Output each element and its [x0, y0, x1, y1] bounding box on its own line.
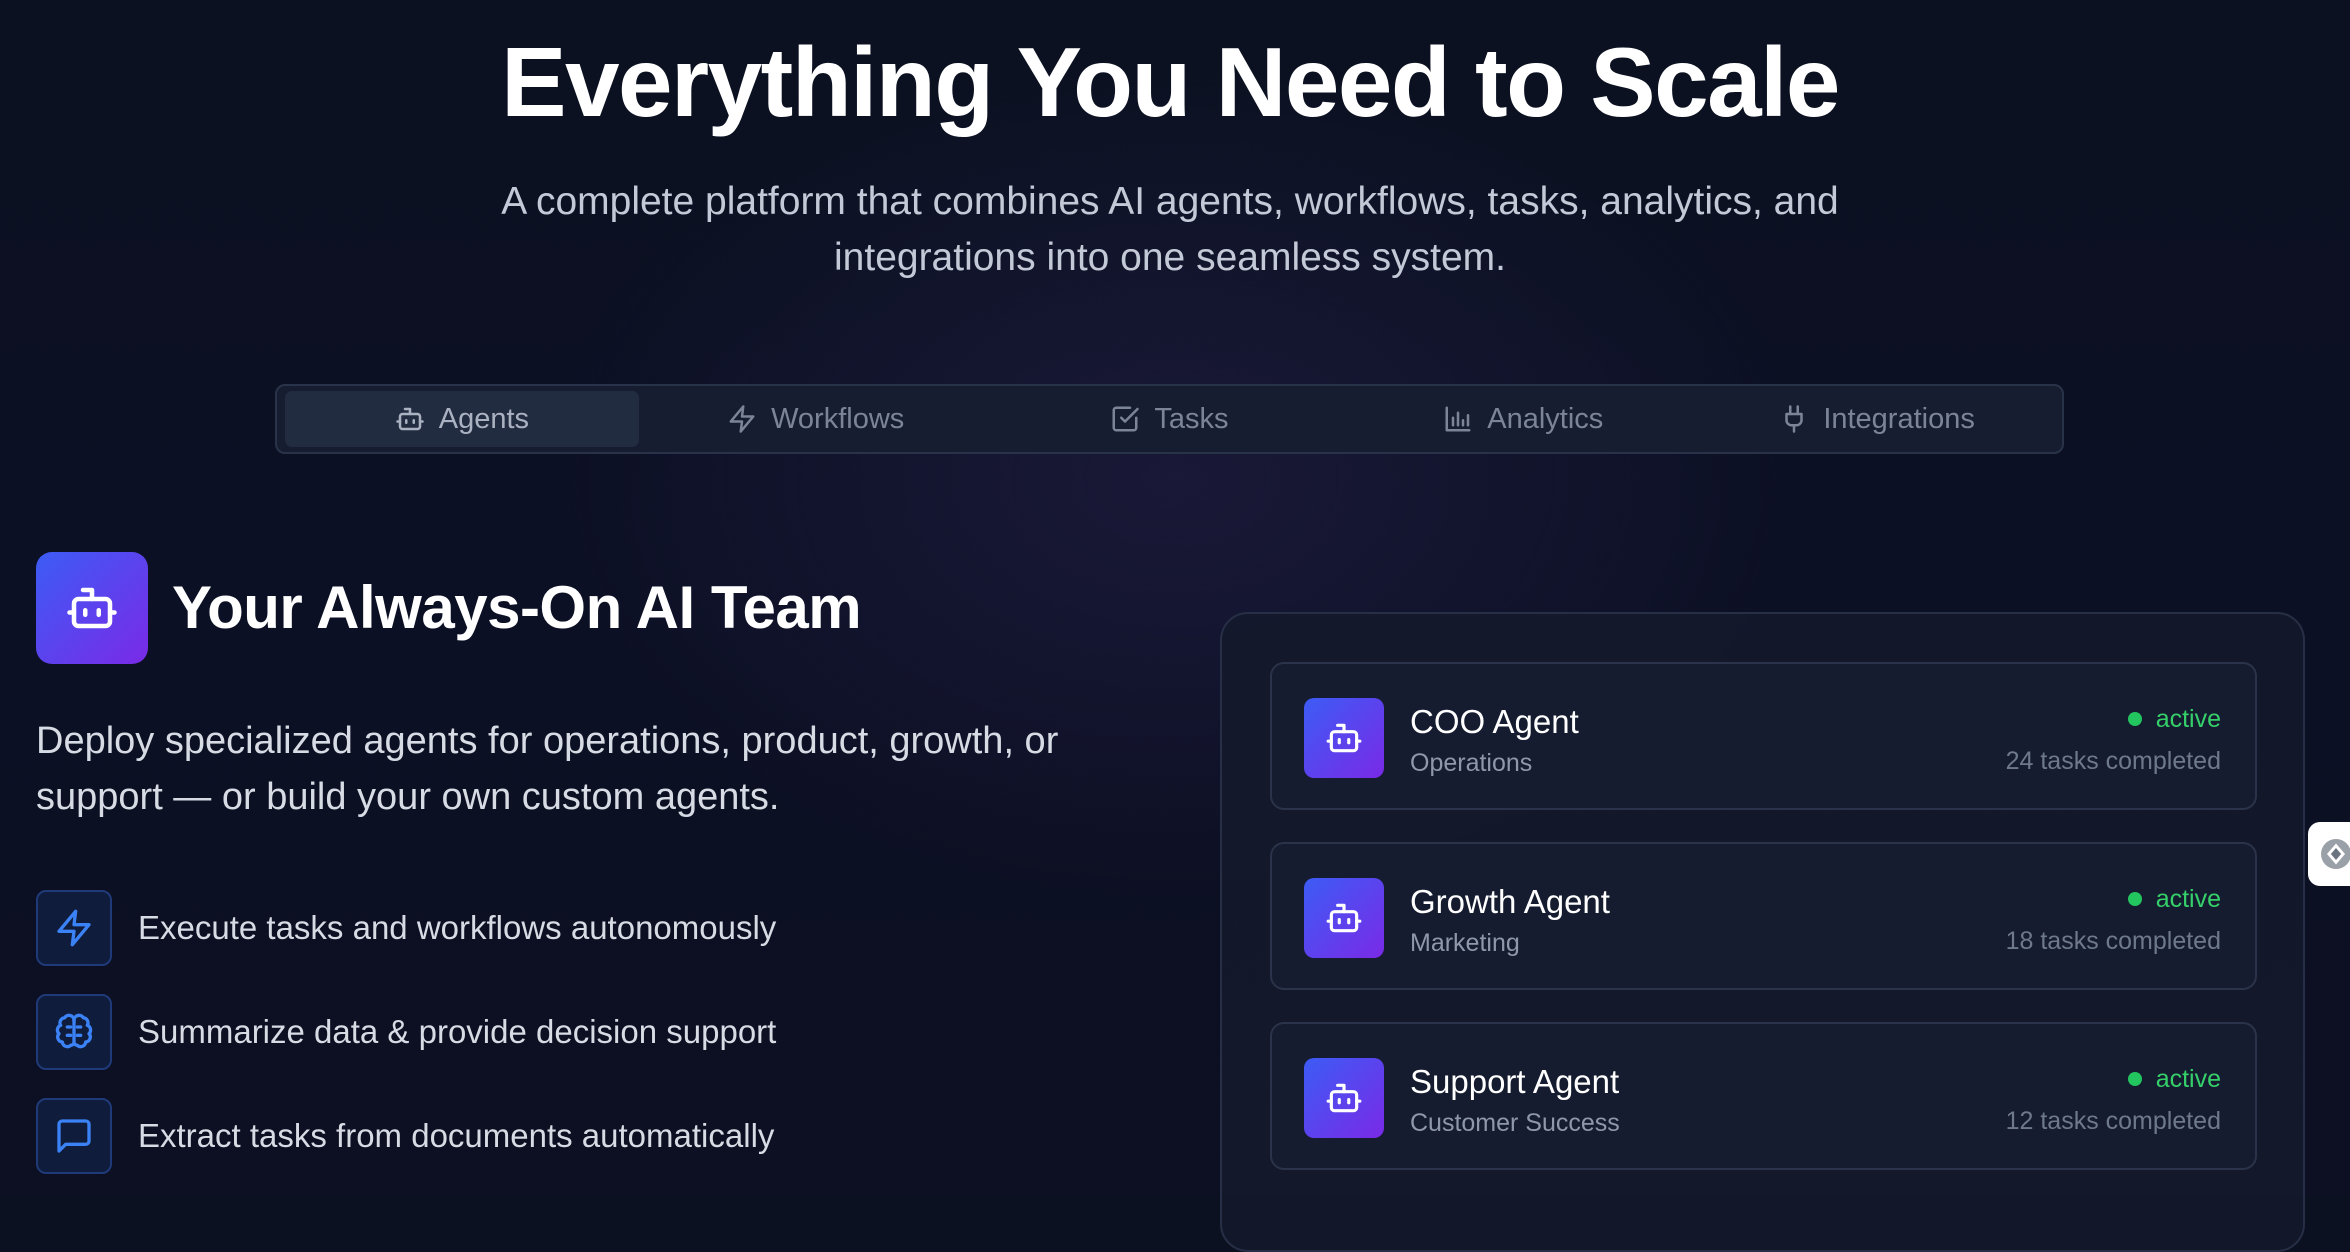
tab-tasks[interactable]: Tasks	[993, 391, 1347, 447]
tab-agents[interactable]: Agents	[285, 391, 639, 447]
status-dot-icon	[2127, 1072, 2142, 1086]
agent-department: Customer Success	[1410, 1109, 1620, 1137]
agent-tasks-completed: 12 tasks completed	[2005, 1107, 2221, 1135]
agent-card-growth[interactable]: Growth Agent Marketing active 18 tasks c…	[1270, 842, 2257, 990]
feature-icon-box	[36, 1098, 112, 1174]
agent-card-support[interactable]: Support Agent Customer Success active 12…	[1270, 1022, 2257, 1170]
agent-name: Support Agent	[1410, 1063, 1620, 1100]
feature-item: Extract tasks from documents automatical…	[36, 1096, 776, 1176]
feature-text: Execute tasks and workflows autonomously	[138, 909, 777, 946]
feature-list: Execute tasks and workflows autonomously…	[36, 888, 776, 1200]
page-subtitle-line-1: A complete platform that combines AI age…	[501, 180, 1839, 223]
message-icon	[57, 1119, 91, 1153]
feature-text: Extract tasks from documents automatical…	[138, 1117, 775, 1154]
bot-icon	[67, 587, 117, 629]
section-description-line-1: Deploy specialized agents for operations…	[36, 720, 1059, 762]
bot-icon	[1326, 1083, 1362, 1113]
agents-panel: COO Agent Operations active 24 tasks com…	[1220, 612, 2305, 1252]
tab-workflows[interactable]: Workflows	[639, 391, 993, 447]
agent-status: active	[2127, 704, 2221, 734]
tab-label: Analytics	[1487, 402, 1604, 435]
section-title: Your Always-On AI Team	[172, 574, 862, 641]
tab-label: Integrations	[1823, 402, 1975, 435]
tab-label: Tasks	[1154, 402, 1229, 435]
agent-name: COO Agent	[1410, 703, 1579, 740]
brain-icon	[55, 1013, 93, 1049]
agent-tasks-completed: 18 tasks completed	[2005, 927, 2221, 955]
status-label: active	[2155, 885, 2221, 913]
floating-widget-button[interactable]	[2308, 822, 2350, 886]
agent-department: Operations	[1410, 749, 1533, 777]
agent-avatar	[1304, 1058, 1384, 1138]
agent-status: active	[2127, 1064, 2221, 1094]
feature-text: Summarize data & provide decision suppor…	[138, 1013, 777, 1050]
section-icon	[36, 552, 148, 664]
page-subtitle-line-2: integrations into one seamless system.	[834, 236, 1506, 279]
plug-icon	[1785, 405, 1804, 433]
page-subtitle: A complete platform that combines AI age…	[470, 174, 1870, 286]
lightning-icon	[729, 405, 755, 433]
section-description-line-2: support — or build your own custom agent…	[36, 776, 780, 818]
feature-item: Execute tasks and workflows autonomously	[36, 888, 776, 968]
lightning-icon	[57, 909, 91, 947]
agent-card-coo[interactable]: COO Agent Operations active 24 tasks com…	[1270, 662, 2257, 810]
agent-avatar	[1304, 698, 1384, 778]
agent-department: Marketing	[1410, 929, 1520, 957]
bot-icon	[396, 407, 424, 431]
feature-icon-box	[36, 890, 112, 966]
agent-tasks-completed: 24 tasks completed	[2005, 747, 2221, 775]
status-dot-icon	[2127, 712, 2142, 726]
tab-integrations[interactable]: Integrations	[1700, 391, 2054, 447]
page-title: Everything You Need to Scale	[501, 27, 1840, 137]
agent-status: active	[2127, 884, 2221, 914]
tab-label: Workflows	[771, 402, 905, 435]
feature-item: Summarize data & provide decision suppor…	[36, 992, 776, 1072]
agent-avatar	[1304, 878, 1384, 958]
diamond-icon	[2321, 839, 2350, 869]
bot-icon	[1326, 903, 1362, 933]
tab-analytics[interactable]: Analytics	[1346, 391, 1700, 447]
feature-tabs: Agents Workflows Tasks Analytics Integra…	[275, 384, 2064, 454]
feature-icon-box	[36, 994, 112, 1070]
bar-chart-icon	[1445, 406, 1471, 432]
status-label: active	[2155, 1065, 2221, 1093]
status-dot-icon	[2127, 892, 2142, 906]
agent-name: Growth Agent	[1410, 883, 1610, 920]
checkbox-icon	[1112, 406, 1140, 432]
section-description: Deploy specialized agents for operations…	[36, 713, 1176, 825]
tab-label: Agents	[438, 402, 530, 435]
status-label: active	[2155, 705, 2221, 733]
bot-icon	[1326, 723, 1362, 753]
